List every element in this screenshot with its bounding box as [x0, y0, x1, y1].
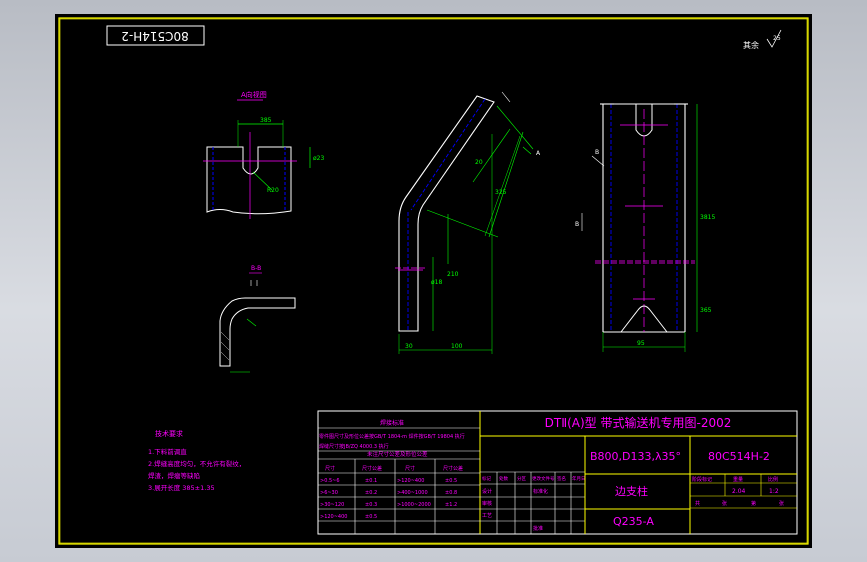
tol-col-3: 尺寸	[405, 465, 415, 472]
tol-cell: ±0.8	[445, 490, 457, 496]
note-line-3: 焊渣，焊瘤等缺陷	[148, 471, 200, 480]
sig-row: 审核	[482, 500, 492, 507]
welding-header: 焊接标准	[380, 419, 404, 427]
stage-label: 阶段标记	[692, 476, 712, 483]
tol-col-2: 尺寸公差	[362, 465, 382, 472]
tol-cell: >400~1000	[397, 490, 428, 496]
mirrored-number-box: 80C514H-2	[106, 25, 205, 46]
tol-cell: >0.5~6	[320, 478, 340, 484]
sig-col: 年月日	[572, 475, 586, 482]
dim-100: 100	[451, 343, 463, 350]
side-view[interactable]: B B 3815 95 365	[575, 103, 715, 352]
tol-cell: >120~400	[397, 478, 424, 484]
dim-95: 95	[637, 340, 645, 347]
tol-col-4: 尺寸公差	[443, 465, 463, 472]
corner-roughness: 其余 25	[743, 29, 782, 50]
technical-notes: 技术要求 1.下料前调直 2.焊缝高度均匀，不允许有裂纹， 焊渣，焊瘤等缺陷 3…	[148, 429, 245, 492]
view-label-a: A	[536, 150, 541, 157]
tol-cell: ±0.2	[365, 490, 377, 496]
sheet-label: 张	[779, 500, 784, 507]
dim-phi18: ø18	[431, 279, 442, 286]
dim-325: 325	[495, 189, 507, 196]
view-label-b-top: B	[595, 149, 599, 156]
scale-label: 比例	[768, 476, 778, 483]
sig-col: 处数	[499, 475, 508, 482]
std-label: 标准化	[533, 488, 548, 495]
view-label-b-left: B	[575, 221, 579, 228]
section-bb-title: B-B	[251, 265, 261, 272]
dim-3815: 3815	[700, 214, 715, 221]
tol-cell: ±0.1	[365, 478, 377, 484]
view-a-title: A向视图	[241, 90, 267, 99]
sig-col: 签名	[557, 475, 566, 482]
note-line-1: 1.下料前调直	[148, 447, 187, 456]
dim-r20: R20	[267, 187, 279, 194]
tol-cell: >30~120	[320, 502, 344, 508]
cad-application: 80C514H-2 其余 25 A向视图 385 ø23 R20 B-B 20 …	[0, 0, 867, 562]
dim-210: 210	[447, 271, 459, 278]
dim-365: 365	[700, 307, 712, 314]
sheet-label: 第	[751, 500, 756, 507]
welding-line-1: 零件图尺寸及形位公差按GB/T 1804-m 焊件按GB/T 19804 执行	[319, 433, 465, 440]
material: Q235-A	[613, 515, 654, 528]
tol-col-1: 尺寸	[325, 465, 335, 472]
spec-text: B800,D133,λ35°	[590, 450, 681, 463]
sheet-label: 张	[722, 500, 727, 507]
section-b-b[interactable]: B-B	[219, 265, 296, 373]
dim-385: 385	[260, 117, 272, 124]
dim-30: 30	[405, 343, 413, 350]
tol-cell: ±0.3	[365, 502, 377, 508]
tol-cell: >1000~2000	[397, 502, 431, 508]
sig-col: 分区	[517, 475, 526, 482]
tol-cell: >6~30	[320, 490, 338, 496]
main-title: DTⅡ(A)型 带式输送机专用图-2002	[545, 415, 732, 430]
weight-value: 2.04	[732, 488, 746, 495]
drawing-canvas: 80C514H-2 其余 25 A向视图 385 ø23 R20 B-B 20 …	[58, 17, 809, 545]
note-line-2: 2.焊缝高度均匀，不允许有裂纹，	[148, 459, 245, 468]
note-line-4: 3.展开长度 385±1.35	[148, 483, 215, 492]
sig-col: 标记	[482, 475, 491, 482]
dim-20: 20	[475, 159, 483, 166]
scale-value: 1:2	[769, 488, 779, 495]
mirrored-drawing-number: 80C514H-2	[121, 29, 189, 43]
tol-cell: >120~400	[320, 514, 347, 520]
front-view[interactable]: 20 325 210 ø18 30 100 A	[395, 91, 541, 354]
dim-phi23: ø23	[313, 155, 324, 162]
sig-row: 工艺	[482, 513, 492, 519]
notes-title: 技术要求	[155, 429, 183, 438]
sheet-label: 共	[695, 500, 700, 507]
drawing-number: 80C514H-2	[708, 450, 770, 463]
weight-label: 重量	[733, 476, 743, 483]
sig-col: 更改文件号	[532, 475, 555, 482]
tol-cell: ±0.5	[365, 514, 377, 520]
title-block[interactable]: DTⅡ(A)型 带式输送机专用图-2002 焊接标准 零件图尺寸及形位公差按GB…	[317, 410, 798, 535]
tol-cell: ±0.5	[445, 478, 457, 484]
view-a[interactable]: A向视图 385 ø23 R20	[203, 90, 324, 219]
corner-label: 其余	[743, 40, 759, 50]
sig-row: 设计	[482, 488, 492, 495]
part-name: 边支柱	[615, 484, 648, 498]
tolerance-header: 未注尺寸公差及形位公差	[367, 450, 428, 458]
corner-roughness-value: 25	[773, 35, 781, 42]
tol-cell: ±1.2	[445, 502, 457, 508]
sig-row: 批准	[533, 525, 543, 532]
welding-line-2: 焊缝尺寸按JB/ZQ 4000.3 执行	[319, 443, 389, 450]
drawing-sheet[interactable]: 80C514H-2 其余 25 A向视图 385 ø23 R20 B-B 20 …	[55, 14, 812, 548]
